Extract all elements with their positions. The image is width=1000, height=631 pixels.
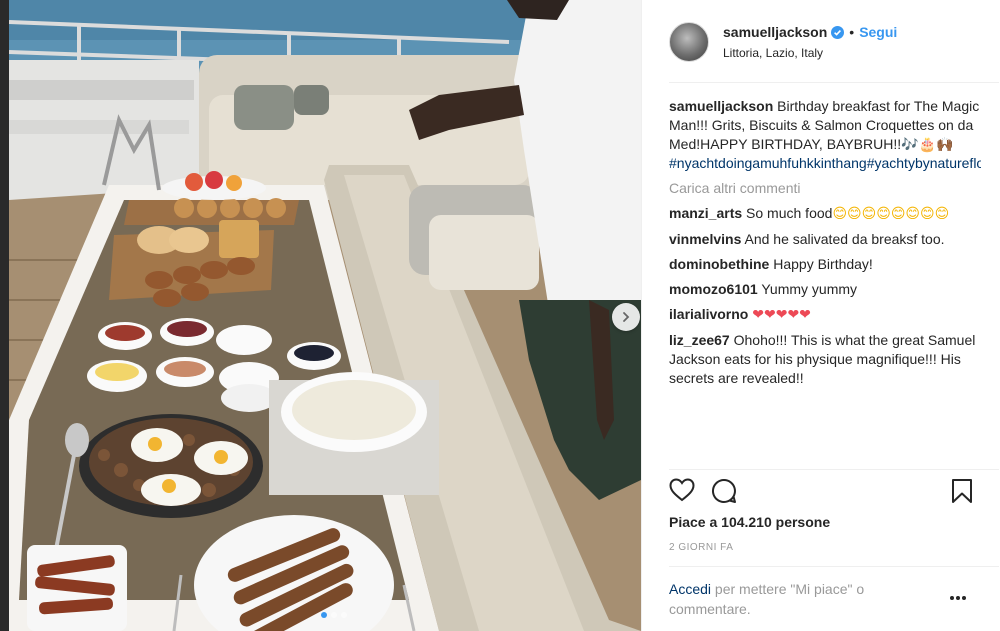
- comment-item: vinmelvins And he salivated da breaksf t…: [669, 230, 981, 249]
- header-divider: [669, 82, 999, 83]
- header-separator: •: [849, 24, 855, 40]
- comment-item: ilarialivorno ❤❤❤❤❤: [669, 305, 981, 325]
- carousel-next-button[interactable]: [612, 303, 640, 331]
- comment-username[interactable]: vinmelvins: [669, 231, 741, 247]
- comment-text: And he salivated da breaksf too.: [744, 231, 945, 247]
- comment-username[interactable]: ilarialivorno: [669, 306, 748, 322]
- likes-count[interactable]: Piace a 104.210 persone: [669, 514, 830, 530]
- comment-item: liz_zee67 Ohoho!!! This is what the grea…: [669, 331, 981, 388]
- login-prompt: Accedi per mettere "Mi piace" o commenta…: [669, 579, 919, 619]
- comment-username[interactable]: manzi_arts: [669, 205, 742, 221]
- carousel-indicator: [321, 612, 347, 618]
- action-bar: [669, 478, 977, 506]
- save-button[interactable]: [951, 478, 973, 509]
- chevron-right-icon: [623, 312, 630, 322]
- carousel-dot-1: [321, 612, 327, 618]
- comment-bubble-icon: [712, 478, 736, 503]
- avatar[interactable]: [669, 22, 709, 62]
- post-sidebar: samuelljackson • Segui Littoria, Lazio, …: [641, 0, 1000, 631]
- comment-button[interactable]: [711, 478, 737, 509]
- login-link[interactable]: Accedi: [669, 581, 711, 597]
- comment-item: manzi_arts So much food😊😊😊😊😊😊😊😊: [669, 204, 981, 224]
- caption-hashtags[interactable]: #nyachtdoingamuhfuhkkinthang#yachtybynat…: [669, 155, 981, 171]
- footer-divider: [669, 566, 999, 567]
- comment-username[interactable]: liz_zee67: [669, 332, 730, 348]
- post-timestamp: 2 GIORNI FA: [669, 542, 734, 553]
- comment-item: momozo6101 Yummy yummy: [669, 280, 981, 299]
- comment-username[interactable]: dominobethine: [669, 256, 769, 272]
- comment-emoji: ❤❤❤❤❤: [752, 307, 811, 323]
- post-username[interactable]: samuelljackson: [723, 24, 827, 40]
- load-more-comments-button[interactable]: Carica altri commenti: [669, 179, 981, 198]
- carousel-dot-2: [331, 612, 337, 618]
- caption-username[interactable]: samuelljackson: [669, 98, 773, 114]
- post-location[interactable]: Littoria, Lazio, Italy: [723, 46, 897, 60]
- more-options-button[interactable]: [949, 588, 967, 606]
- carousel-dot-3: [341, 612, 347, 618]
- comment-text: So much food: [746, 205, 833, 221]
- comment-username[interactable]: momozo6101: [669, 281, 758, 297]
- breakfast-yacht-photo: [9, 0, 641, 631]
- comment-text: Happy Birthday!: [773, 256, 873, 272]
- like-button[interactable]: [669, 478, 695, 507]
- verified-badge-icon: [831, 25, 845, 39]
- actions-divider: [669, 469, 999, 470]
- comment-item: dominobethine Happy Birthday!: [669, 255, 981, 274]
- post-photo: [9, 0, 641, 631]
- comments-section: samuelljackson Birthday breakfast for Th…: [669, 97, 981, 469]
- bookmark-icon: [952, 479, 972, 503]
- post-header: samuelljackson • Segui Littoria, Lazio, …: [642, 0, 1000, 82]
- heart-outline-icon: [669, 478, 695, 502]
- follow-button[interactable]: Segui: [859, 24, 897, 40]
- comment-text: Yummy yummy: [761, 281, 858, 297]
- post-caption: samuelljackson Birthday breakfast for Th…: [669, 97, 981, 173]
- comment-emoji: 😊😊😊😊😊😊😊😊: [832, 206, 950, 222]
- more-options-icon: [950, 596, 966, 600]
